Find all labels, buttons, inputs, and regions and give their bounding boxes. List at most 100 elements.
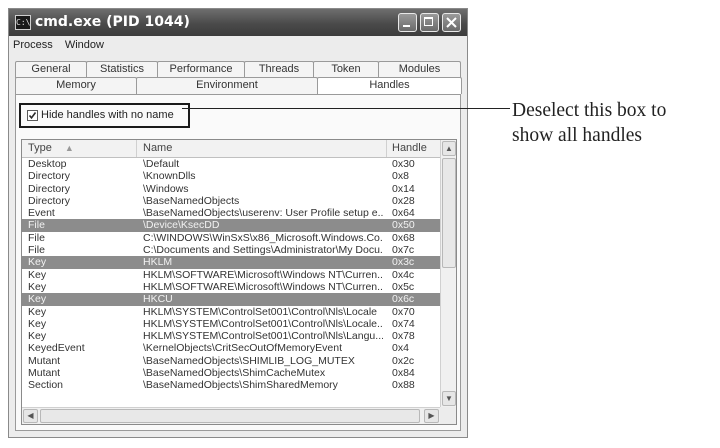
table-row[interactable]: Mutant \BaseNamedObjects\SHIMLIB_LOG_MUTE…: [22, 355, 440, 367]
tab-performance[interactable]: Performance: [157, 61, 245, 78]
menu-process[interactable]: Process: [9, 37, 58, 51]
callout-leader-line: [182, 108, 510, 109]
table-row[interactable]: File C:\Documents and Settings\Administra…: [22, 244, 440, 256]
cell-handle: 0x7c: [392, 244, 415, 257]
tab-row-top: General Statistics Performance Threads T…: [15, 61, 461, 78]
scroll-down-arrow-icon[interactable]: ▼: [442, 391, 456, 406]
table-row[interactable]: Desktop \Default 0x30: [22, 158, 440, 170]
cell-handle: 0x8: [392, 170, 409, 183]
scroll-left-arrow-icon[interactable]: ◀: [23, 409, 38, 423]
hide-unnamed-handles-option[interactable]: Hide handles with no name: [19, 103, 190, 128]
table-row[interactable]: Directory \Windows 0x14: [22, 183, 440, 195]
callout-line-2: show all handles: [512, 125, 642, 146]
cell-handle: 0x70: [392, 305, 415, 318]
handles-list[interactable]: Type ▲ Name Handle Desktop \Default 0x30 Di…: [21, 139, 457, 425]
cell-handle: 0x4: [392, 342, 409, 355]
cell-name: \BaseNamedObjects\SHIMLIB_LOG_MUTEX: [143, 354, 355, 367]
cell-handle: 0x4c: [392, 268, 415, 281]
cell-type: Mutant: [28, 367, 61, 380]
menu-window[interactable]: Window: [61, 37, 109, 51]
table-row[interactable]: Key HKLM\SYSTEM\ControlSet001\Control\Nls…: [22, 330, 440, 342]
cell-name: HKCU: [143, 293, 173, 306]
cell-type: Event: [28, 207, 55, 220]
table-row[interactable]: Key HKLM\SOFTWARE\Microsoft\Windows NT\Cu…: [22, 281, 440, 293]
cell-handle: 0x2c: [392, 354, 415, 367]
cell-name: \BaseNamedObjects: [143, 194, 240, 207]
table-row[interactable]: Key HKLM 0x3c: [22, 256, 440, 269]
cell-type: File: [28, 244, 45, 257]
cell-type: Key: [28, 317, 47, 330]
table-row[interactable]: Key HKCU 0x6c: [22, 293, 440, 306]
scroll-right-arrow-icon[interactable]: ▶: [424, 409, 439, 423]
cell-name: C:\WINDOWS\WinSxS\x86_Microsoft.Windows.…: [143, 231, 383, 244]
horizontal-scroll-thumb[interactable]: [40, 409, 420, 423]
vertical-scroll-thumb[interactable]: [442, 158, 456, 268]
hide-unnamed-handles-checkbox[interactable]: [27, 110, 38, 121]
cell-type: File: [28, 219, 45, 232]
column-header-handle[interactable]: Handle: [387, 140, 440, 157]
table-row[interactable]: File \Device\KsecDD 0x50: [22, 219, 440, 232]
cell-handle: 0x28: [392, 194, 415, 207]
cell-handle: 0x64: [392, 207, 415, 220]
cell-name: \BaseNamedObjects\ShimCacheMutex: [143, 367, 326, 380]
table-row[interactable]: Key HKLM\SYSTEM\ControlSet001\Control\Nls…: [22, 318, 440, 330]
table-row[interactable]: KeyedEvent \KernelObjects\CritSecOutOfMem…: [22, 342, 440, 354]
cell-type: Mutant: [28, 354, 61, 367]
cell-name: C:\Documents and Settings\Administrator\…: [143, 244, 383, 257]
tab-token[interactable]: Token: [313, 61, 379, 78]
scroll-up-arrow-icon[interactable]: ▲: [442, 141, 456, 156]
maximize-button[interactable]: [420, 13, 439, 32]
cell-handle: 0x5c: [392, 280, 415, 293]
tab-handles[interactable]: Handles: [317, 77, 462, 94]
title-bar[interactable]: C:\ cmd.exe (PID 1044): [9, 9, 467, 36]
tab-memory[interactable]: Memory: [15, 77, 137, 94]
tab-modules[interactable]: Modules: [378, 61, 461, 78]
horizontal-scrollbar[interactable]: ◀ ▶: [22, 407, 440, 424]
cell-name: HKLM\SYSTEM\ControlSet001\Control\Nls\La…: [143, 330, 383, 343]
cell-name: \Windows: [143, 182, 189, 195]
cell-handle: 0x50: [392, 219, 415, 232]
window-title: cmd.exe (PID 1044): [35, 14, 190, 30]
cell-name: \KernelObjects\CritSecOutOfMemoryEvent: [143, 342, 342, 355]
cell-name: \Device\KsecDD: [143, 219, 220, 232]
table-row[interactable]: Key HKLM\SOFTWARE\Microsoft\Windows NT\Cu…: [22, 269, 440, 281]
column-header-type[interactable]: Type ▲: [22, 140, 137, 157]
column-type-label: Type: [28, 142, 52, 154]
table-row[interactable]: Key HKLM\SYSTEM\ControlSet001\Control\Nls…: [22, 306, 440, 318]
table-row[interactable]: File C:\WINDOWS\WinSxS\x86_Microsoft.Wind…: [22, 232, 440, 244]
cell-type: Key: [28, 293, 47, 306]
table-row[interactable]: Directory \BaseNamedObjects 0x28: [22, 195, 440, 207]
column-header-name[interactable]: Name: [137, 140, 387, 157]
cell-handle: 0x3c: [392, 256, 415, 269]
minimize-button[interactable]: [398, 13, 417, 32]
cell-name: \BaseNamedObjects\ShimSharedMemory: [143, 379, 338, 392]
process-properties-window: C:\ cmd.exe (PID 1044) Process Window Ge…: [8, 8, 468, 438]
hide-unnamed-handles-label: Hide handles with no name: [41, 109, 174, 121]
cell-type: Directory: [28, 170, 71, 183]
list-header: Type ▲ Name Handle: [22, 140, 440, 158]
table-row[interactable]: Directory \KnownDlls 0x8: [22, 170, 440, 182]
cell-type: Key: [28, 280, 47, 293]
vertical-scrollbar[interactable]: ▲ ▼: [440, 140, 456, 407]
menu-bar: Process Window: [9, 37, 467, 55]
table-row[interactable]: Mutant \BaseNamedObjects\ShimCacheMutex 0x…: [22, 367, 440, 379]
close-button[interactable]: [442, 13, 461, 32]
cell-type: File: [28, 231, 45, 244]
tab-row-bottom: Memory Environment Handles: [15, 77, 462, 94]
cell-type: Key: [28, 268, 47, 281]
cell-name: HKLM: [143, 256, 173, 269]
tab-threads[interactable]: Threads: [244, 61, 314, 78]
cell-handle: 0x6c: [392, 293, 415, 306]
tab-environment[interactable]: Environment: [136, 77, 318, 94]
sort-ascending-icon: ▲: [64, 143, 74, 153]
cell-type: Directory: [28, 182, 71, 195]
tab-statistics[interactable]: Statistics: [86, 61, 158, 78]
cell-type: Key: [28, 330, 47, 343]
table-row[interactable]: Section \BaseNamedObjects\ShimSharedMemor…: [22, 379, 440, 391]
tab-general[interactable]: General: [15, 61, 87, 78]
cell-handle: 0x78: [392, 330, 415, 343]
table-row[interactable]: Event \BaseNamedObjects\userenv: User Pro…: [22, 207, 440, 219]
scrollbar-corner: [440, 407, 456, 424]
cell-handle: 0x74: [392, 317, 415, 330]
cell-type: Key: [28, 256, 47, 269]
